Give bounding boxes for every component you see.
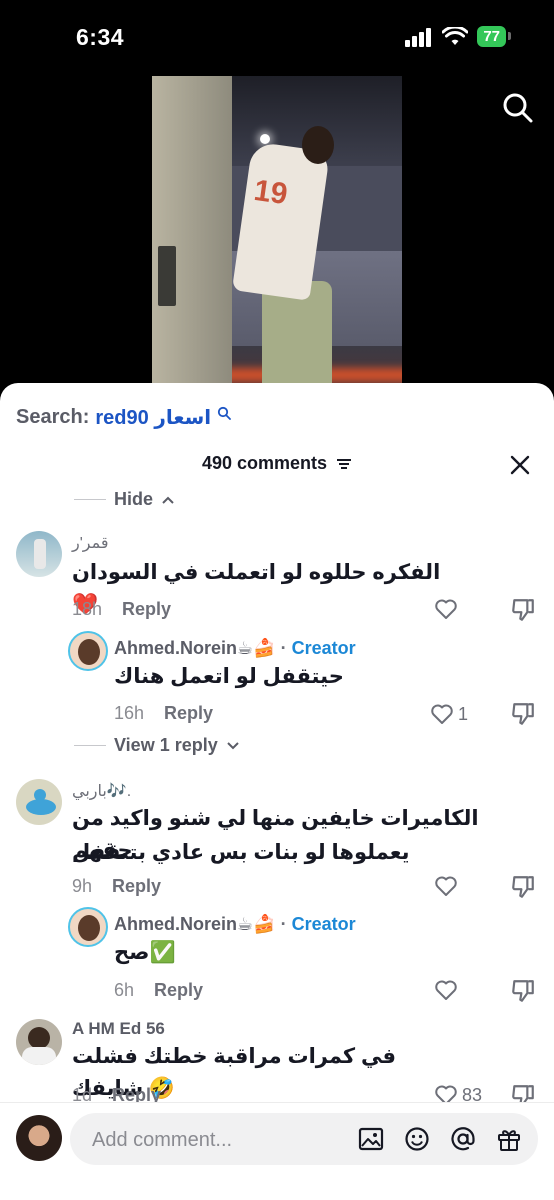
- reply-button[interactable]: Reply: [112, 876, 161, 897]
- comments-sheet: Search: red90 اسعار 490 comments Hide قم…: [0, 383, 554, 1200]
- search-prefix: Search:: [16, 406, 90, 428]
- composer-icons: [358, 1126, 522, 1152]
- reply-meta: 6h Reply: [114, 980, 203, 1001]
- gift-icon[interactable]: [496, 1126, 522, 1152]
- comment-meta: 9h Reply: [72, 876, 161, 897]
- comment-age: 18h: [72, 599, 103, 619]
- hide-label: Hide: [114, 489, 154, 509]
- heart-icon[interactable]: [434, 874, 458, 898]
- signal-icon: [405, 27, 432, 47]
- comments-header: 490 comments: [0, 453, 554, 477]
- video-preview[interactable]: 19: [152, 76, 402, 406]
- avatar[interactable]: [68, 907, 108, 947]
- sort-icon[interactable]: [336, 457, 352, 471]
- reply-username-text[interactable]: Ahmed.Norein☕🍰: [114, 638, 276, 658]
- search-query[interactable]: red90 اسعار: [95, 405, 211, 430]
- comment-meta: 18h Reply: [72, 599, 171, 620]
- reply-username-text[interactable]: Ahmed.Norein☕🍰: [114, 914, 276, 934]
- like-button[interactable]: 1: [430, 702, 468, 726]
- creator-badge: Creator: [291, 638, 356, 658]
- reply-text: حيتقفل لو اتعمل هناك: [114, 665, 344, 688]
- creator-badge: Creator: [291, 914, 356, 934]
- avatar[interactable]: [16, 1019, 62, 1065]
- comment-placeholder: Add comment...: [92, 1129, 233, 1151]
- heart-icon: [431, 704, 453, 724]
- avatar[interactable]: [16, 779, 62, 825]
- reply-username[interactable]: Ahmed.Norein☕🍰 · Creator: [114, 914, 356, 935]
- comments-count: 490 comments: [201, 453, 328, 473]
- wifi-icon: [442, 26, 469, 45]
- emoji-icon[interactable]: [404, 1126, 430, 1152]
- comment-username[interactable]: باربي🎶.: [72, 781, 131, 801]
- close-icon[interactable]: [508, 453, 532, 477]
- comment-text-line-2: يعملوها لو بنات بس عادي بتتقفل: [72, 841, 410, 864]
- dislike-icon[interactable]: [510, 597, 536, 623]
- dislike-icon[interactable]: [510, 874, 536, 900]
- avatar[interactable]: [68, 631, 108, 671]
- comment-username[interactable]: قمر'ر: [72, 533, 109, 553]
- my-avatar[interactable]: [16, 1115, 62, 1161]
- heart-icon[interactable]: [434, 597, 458, 621]
- battery-indicator: 77: [477, 26, 511, 47]
- view-replies-button[interactable]: View 1 reply: [74, 735, 240, 756]
- search-small-icon: [218, 406, 232, 420]
- reply-username[interactable]: Ahmed.Norein☕🍰 · Creator: [114, 638, 356, 659]
- comment-composer: Add comment...: [0, 1102, 554, 1200]
- comment-age: 9h: [72, 876, 93, 896]
- heart-icon[interactable]: [434, 978, 458, 1002]
- reply-age: 6h: [114, 980, 135, 1000]
- view-reply-label: View 1 reply: [114, 735, 218, 755]
- search-icon[interactable]: [502, 92, 534, 124]
- dislike-icon[interactable]: [510, 701, 536, 727]
- chevron-up-icon: [162, 496, 174, 504]
- image-icon[interactable]: [358, 1126, 384, 1152]
- reply-button[interactable]: Reply: [164, 703, 213, 724]
- mention-icon[interactable]: [450, 1126, 476, 1152]
- chevron-down-icon: [227, 741, 239, 749]
- status-icons: 77: [405, 26, 511, 47]
- dislike-icon[interactable]: [510, 978, 536, 1004]
- reply-button[interactable]: Reply: [154, 980, 203, 1001]
- reply-button[interactable]: Reply: [122, 599, 171, 620]
- comment-input[interactable]: Add comment...: [70, 1113, 538, 1165]
- status-bar: 6:34 77: [0, 0, 554, 76]
- reply-meta: 16h Reply: [114, 703, 213, 724]
- reply-text: صح✅: [114, 941, 176, 964]
- reply-age: 16h: [114, 703, 145, 723]
- comment-username[interactable]: A HM Ed 56: [72, 1019, 165, 1039]
- search-suggestion[interactable]: Search: red90 اسعار: [16, 405, 232, 430]
- avatar[interactable]: [16, 531, 62, 577]
- hide-replies-button[interactable]: Hide: [74, 489, 175, 510]
- like-count: 1: [458, 703, 469, 724]
- status-time: 6:34: [76, 24, 125, 50]
